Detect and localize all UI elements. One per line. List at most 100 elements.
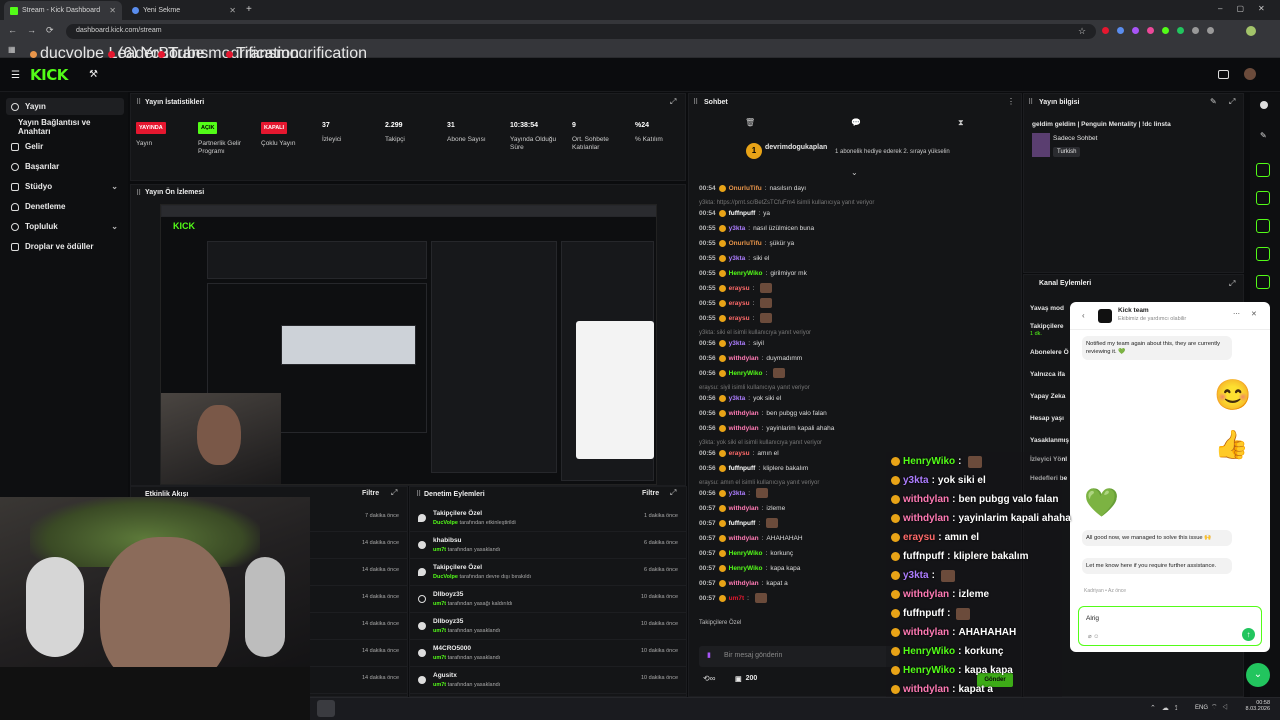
rail-button-1[interactable] [1256,163,1270,177]
extension-icon[interactable] [1117,27,1124,34]
sidebar-item-stream-key[interactable]: Yayın Bağlantısı ve Anahtarı [6,118,124,136]
hourglass-icon[interactable]: ⧗ [958,118,964,128]
chat-username[interactable]: HenryWiko [729,370,763,377]
extension-icon[interactable] [1132,27,1139,34]
chat-username[interactable]: y3kta [729,340,746,347]
downloads-icon[interactable] [1207,27,1214,34]
chat-username[interactable]: HenryWiko [729,565,763,572]
nav-buttons[interactable]: ←→⟳ [8,25,64,36]
stats-grip-icon[interactable]: ⠿ [136,98,141,106]
chat-username[interactable]: eraysu [729,315,750,322]
chat-username[interactable]: withdylan [729,425,759,432]
browser-tab-new[interactable]: Yeni Sekme ✕ [126,1,242,20]
network-volume-icons[interactable]: ⌔◁ [1211,703,1232,712]
popout-icon[interactable]: ⤢ [670,488,676,498]
chat-username[interactable]: fuffnpuff [729,520,756,527]
moderation-grip-icon[interactable]: ⠿ [416,490,421,498]
close-tab-icon[interactable]: ✕ [229,6,236,15]
support-input[interactable]: Alrig ⌀ ☺ ↑ [1078,606,1262,646]
language-indicator[interactable]: ENG [1195,705,1208,711]
sidebar-item-studyo[interactable]: Stüdyo ⌄ [6,178,124,195]
puzzle-icon[interactable] [1192,27,1199,34]
rail-button-2[interactable] [1256,191,1270,205]
taskbar-app-icon[interactable] [317,700,335,717]
send-arrow-icon[interactable]: ↑ [1242,628,1255,641]
popout-icon[interactable]: ⤢ [391,488,397,498]
attach-icon[interactable]: ⌀ ☺ [1088,633,1099,640]
chat-username[interactable]: eraysu [729,285,750,292]
trash-icon[interactable]: 🗑 [745,118,755,127]
rail-button-3[interactable] [1256,219,1270,233]
chat-bubble-icon[interactable]: 💬 [851,118,861,127]
sidebar-item-denetleme[interactable]: Denetleme [6,198,124,215]
chat-username[interactable]: withdylan [729,580,759,587]
chat-username[interactable]: withdylan [729,355,759,362]
extension-icon[interactable] [1147,27,1154,34]
collapse-icon[interactable]: ⌄ [851,168,858,177]
more-options-icon[interactable]: ⋮ [1007,97,1015,106]
info-grip-icon[interactable]: ⠿ [1028,98,1033,106]
popout-icon[interactable]: ⤢ [1229,97,1235,107]
popout-icon[interactable]: ⤢ [1229,279,1235,289]
bookmark-star-icon[interactable]: ☆ [1078,26,1086,37]
emote-icon[interactable]: ⟲∞ [703,674,715,683]
chat-username[interactable]: withdylan [729,505,759,512]
sidebar-item-gelir[interactable]: Gelir [6,138,124,155]
mic-icon[interactable]: ▮ [707,651,711,659]
chat-username[interactable]: HenryWiko [729,550,763,557]
chat-input[interactable]: ▮ Bir mesaj gönderin [699,646,899,667]
chat-username[interactable]: OnurluTifu [729,185,762,192]
chat-username[interactable]: OnurluTifu [729,240,762,247]
rail-button-5[interactable] [1256,275,1270,289]
rail-button-4[interactable] [1256,247,1270,261]
menu-hamburger-icon[interactable]: ☰ [11,70,20,81]
window-controls[interactable]: –▢✕ [1218,4,1279,13]
chat-username[interactable]: fuffnpuff [729,465,756,472]
chat-username[interactable]: withdylan [729,535,759,542]
undo-icon [418,595,426,603]
clock[interactable]: 00:58 8.03.2026 [1236,700,1270,712]
back-icon[interactable]: ‹ [1082,311,1085,320]
pencil-icon[interactable]: ✎ [1260,131,1267,140]
chat-username[interactable]: y3kta [729,225,746,232]
moderation-filter-button[interactable]: Filtre [642,490,659,497]
sidebar-item-topluluk[interactable]: Topluluk ⌄ [6,218,124,235]
activity-filter-button[interactable]: Filtre [362,490,379,497]
chat-username[interactable]: HenryWiko [729,270,763,277]
chat-username[interactable]: y3kta [729,395,746,402]
chat-username[interactable]: y3kta [729,490,746,497]
info-icon[interactable] [1260,101,1268,109]
chat-username[interactable]: um7t [729,595,745,602]
browser-tab-kick[interactable]: Stream - Kick Dashboard ✕ [4,1,122,20]
chat-grip-icon[interactable]: ⠿ [693,98,698,106]
hammer-icon[interactable]: ⚒ [89,69,98,80]
dashboard-switch-icon[interactable] [1218,70,1229,79]
popout-icon[interactable]: ⤢ [670,97,676,107]
url-field[interactable]: dashboard.kick.com/stream [66,24,1096,39]
user-avatar[interactable] [1244,68,1256,80]
close-tab-icon[interactable]: ✕ [109,6,116,15]
apps-grid-icon[interactable]: ▦ [8,45,16,54]
kick-logo[interactable]: KICK [30,66,68,84]
chat-username[interactable]: y3kta [729,255,746,262]
close-icon[interactable]: ✕ [1251,310,1257,318]
extension-icon[interactable] [1102,27,1109,34]
tray-icons[interactable]: ⌃☁⟟ [1150,704,1183,713]
chat-username[interactable]: eraysu [729,450,750,457]
chat-username[interactable]: eraysu [729,300,750,307]
stream-preview-video[interactable]: KICK [160,204,657,485]
more-icon[interactable]: ⋯ [1233,310,1240,318]
chat-username[interactable]: fuffnpuff [729,210,756,217]
sidebar-item-yayin[interactable]: Yayın [6,98,124,115]
sidebar-item-droplar[interactable]: Droplar ve ödüller [6,238,124,255]
profile-avatar[interactable] [1246,26,1256,36]
preview-grip-icon[interactable]: ⠿ [136,189,141,197]
edit-pencil-icon[interactable]: ✎ [1210,97,1217,106]
new-tab-icon[interactable]: + [246,4,252,15]
support-launcher-button[interactable]: ⌄ [1246,663,1270,687]
extension-icon[interactable] [1177,27,1184,34]
chat-username[interactable]: withdylan [729,410,759,417]
sidebar-item-basarilar[interactable]: Başarılar [6,158,124,175]
channel-points[interactable]: ▣ 200 [735,675,757,683]
extension-icon[interactable] [1162,27,1169,34]
